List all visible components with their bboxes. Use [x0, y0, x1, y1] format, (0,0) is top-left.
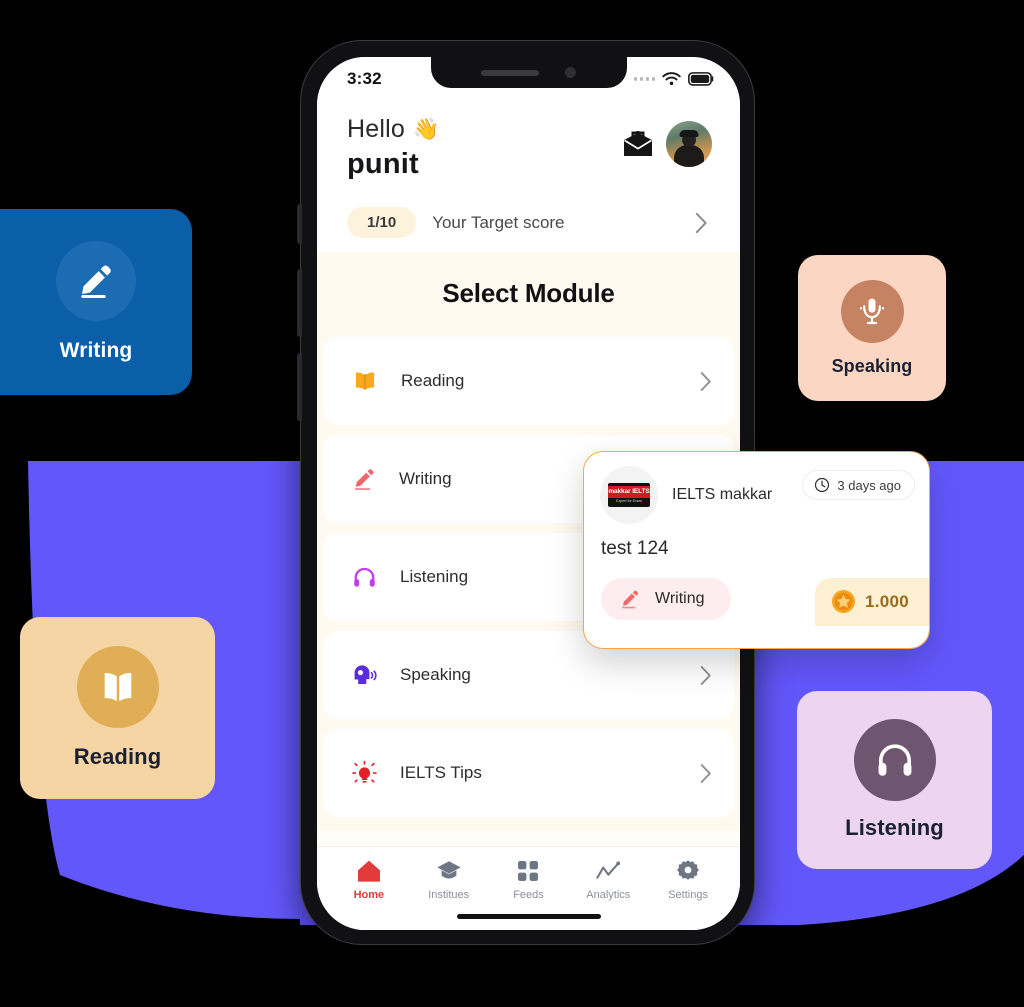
org-logo-circle: makkar IELTS Expert for Exam [600, 466, 658, 524]
target-score-row[interactable]: 1/10 Your Target score [347, 191, 712, 252]
writing-icon-circle [56, 241, 136, 321]
coin-value-label: 1.000 [864, 591, 909, 611]
open-book-icon [104, 672, 131, 702]
greeting-text-block: Hello 👋 punit [347, 113, 439, 181]
module-tag-label: Writing [655, 590, 705, 607]
gear-icon [677, 860, 700, 880]
signal-dots-icon [633, 77, 655, 81]
earpiece-speaker [481, 69, 539, 76]
nav-item-analytics[interactable]: Analytics [571, 859, 645, 901]
graduation-cap-icon [437, 861, 461, 879]
bottom-navigation-bar: Home Institues Feeds Analytics Settings [317, 846, 740, 930]
target-score-label: Your Target score [432, 212, 565, 232]
headphones-icon [354, 567, 375, 587]
floating-card-reading[interactable]: Reading [20, 617, 215, 799]
nav-label: Settings [668, 889, 708, 901]
wifi-icon [662, 72, 681, 86]
pencil-icon [354, 469, 374, 491]
nav-item-settings[interactable]: Settings [651, 859, 725, 901]
avatar-cap [679, 130, 699, 137]
pencil-icon [81, 265, 111, 298]
floating-card-label: Speaking [831, 355, 913, 376]
nav-label: Analytics [586, 889, 631, 901]
notification-card[interactable]: makkar IELTS Expert for Exam IELTS makka… [583, 451, 930, 649]
screenshot-canvas: Writing Speaking Reading Listening 3:32 … [0, 0, 1024, 1007]
pencil-icon [622, 590, 639, 609]
nav-item-feeds[interactable]: Feeds [491, 859, 565, 901]
chevron-right-icon [700, 665, 711, 685]
notification-title: test 124 [601, 538, 669, 559]
floating-card-speaking[interactable]: Speaking [798, 255, 946, 401]
speaking-head-icon [354, 664, 377, 684]
logo-main-text: makkar IELTS [608, 485, 650, 498]
greeting-row: Hello 👋 punit [347, 113, 712, 181]
line-chart-icon [596, 861, 621, 879]
nav-label: Home [353, 889, 385, 901]
headphones-icon [878, 744, 911, 776]
phone-notch [430, 57, 627, 88]
floating-card-label: Listening [845, 815, 944, 840]
home-icon [357, 860, 380, 882]
status-icons [633, 72, 715, 86]
waving-hand-icon: 👋 [412, 117, 440, 141]
module-row-ielts-tips[interactable]: IELTS Tips [323, 729, 734, 817]
front-camera [565, 67, 576, 78]
home-indicator[interactable] [456, 914, 601, 919]
avatar-body [674, 145, 704, 167]
makkar-ielts-logo: makkar IELTS Expert for Exam [608, 483, 650, 507]
header-actions [623, 113, 712, 167]
chevron-right-icon [695, 212, 707, 233]
avatar[interactable] [666, 121, 712, 167]
nav-item-home[interactable]: Home [332, 859, 406, 901]
target-score-badge: 1/10 [347, 207, 417, 238]
chevron-right-icon [700, 763, 711, 783]
hello-line: Hello 👋 [347, 115, 439, 144]
grid-icon [518, 861, 539, 881]
time-ago-label: 3 days ago [837, 477, 901, 493]
clock-icon [815, 477, 830, 493]
module-label: IELTS Tips [400, 763, 482, 782]
module-tag-writing[interactable]: Writing [601, 578, 731, 620]
phone-volume-up-button[interactable] [297, 269, 302, 337]
listening-icon-circle [853, 719, 936, 801]
logo-sub-text: Expert for Exam [616, 499, 642, 503]
module-row-reading[interactable]: Reading [323, 337, 734, 425]
nav-label: Institues [428, 889, 470, 901]
star-coin-icon [831, 589, 855, 614]
microphone-icon [860, 298, 884, 325]
nav-label: Feeds [513, 889, 544, 901]
module-label: Reading [401, 371, 465, 390]
phone-volume-down-button[interactable] [297, 353, 302, 421]
phone-silent-switch[interactable] [297, 204, 302, 244]
nav-item-institues[interactable]: Institues [412, 859, 486, 901]
app-header: Hello 👋 punit 1/10 Your Target score [317, 101, 740, 252]
status-clock: 3:32 [347, 69, 382, 88]
mail-icon[interactable] [623, 131, 653, 157]
notification-footer: Writing 1.000 [584, 560, 929, 626]
page-title: Select Module [442, 278, 615, 308]
floating-card-label: Writing [59, 339, 133, 362]
reading-icon-circle [76, 646, 159, 728]
floating-card-listening[interactable]: Listening [797, 691, 992, 869]
lightbulb-icon [352, 760, 377, 783]
coin-reward-badge: 1.000 [814, 578, 929, 626]
chevron-right-icon [700, 371, 711, 391]
time-ago-pill: 3 days ago [802, 470, 915, 500]
open-book-icon [355, 372, 375, 390]
module-label: Speaking [400, 665, 471, 684]
speaking-icon-circle [840, 279, 904, 343]
org-name-label: IELTS makkar [672, 486, 773, 503]
greeting-label: Hello [347, 115, 405, 143]
floating-card-writing[interactable]: Writing [0, 209, 192, 395]
username-label: punit [347, 148, 419, 180]
notification-header: makkar IELTS Expert for Exam IELTS makka… [584, 452, 929, 524]
floating-card-label: Reading [73, 744, 162, 769]
battery-icon [688, 72, 714, 86]
